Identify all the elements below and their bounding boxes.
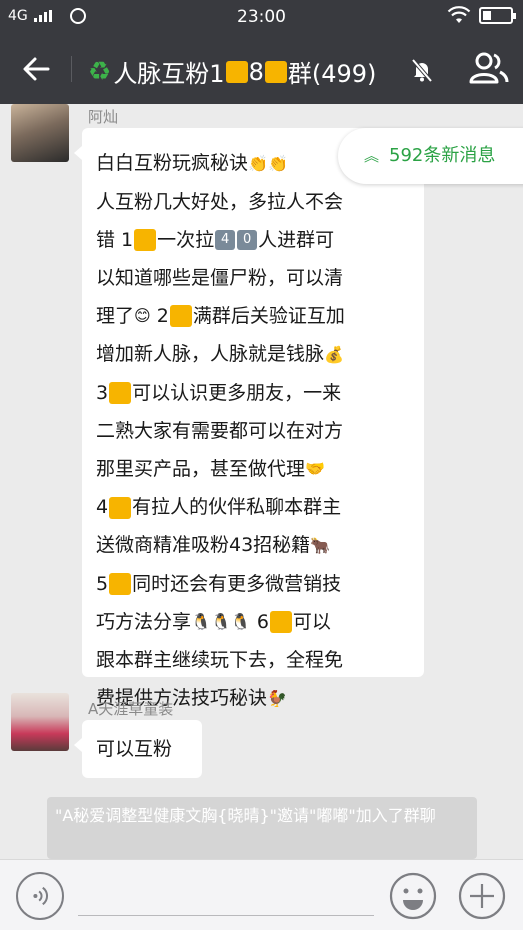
line-text: 2 bbox=[150, 304, 169, 327]
square-emoji-icon bbox=[134, 229, 157, 251]
money-bag-icon: 💰 bbox=[324, 344, 344, 364]
line-text: 增加新人脉，人脉就是钱脉 bbox=[96, 343, 325, 365]
header-divider bbox=[71, 56, 72, 82]
message-line: 3 可以认识更多朋友，一来 bbox=[96, 374, 410, 412]
plus-icon[interactable] bbox=[458, 872, 506, 920]
mute-bell-icon bbox=[411, 58, 433, 83]
line-text: 人进群可 bbox=[258, 228, 335, 251]
square-emoji-icon bbox=[109, 573, 132, 595]
sender-name: 阿灿 bbox=[88, 108, 119, 126]
line-text: 送微商精准吸粉43招秘籍 bbox=[96, 534, 311, 556]
message-line: 增加新人脉，人脉就是钱脉💰 bbox=[96, 335, 410, 374]
keycap-0: 0 bbox=[237, 230, 258, 250]
status-right bbox=[447, 6, 516, 24]
chat-title: ♻ 人脉互粉1 8 群(499) bbox=[88, 54, 376, 89]
message-text: 可以互粉 bbox=[96, 738, 173, 760]
message-line: 跟本群主继续玩下去，全程免 bbox=[96, 649, 344, 671]
penguin-emoji-icon: 🐧🐧🐧 bbox=[191, 612, 251, 631]
double-chevron-up-icon: ︽ bbox=[364, 147, 380, 165]
chat-header: ♻ 人脉互粉1 8 群(499) bbox=[0, 34, 523, 104]
message-line: 4 有拉人的伙伴私聊本群主 bbox=[96, 488, 410, 526]
smile-emoji-icon: 😊 bbox=[134, 306, 151, 325]
ox-emoji-icon: 🐂 bbox=[310, 535, 331, 555]
message-line: 5 同时还会有更多微营销技 bbox=[96, 565, 410, 603]
square-emoji-icon bbox=[225, 60, 248, 83]
emoji-icon[interactable] bbox=[389, 872, 437, 920]
group-members-icon[interactable] bbox=[469, 50, 509, 86]
message-bubble[interactable]: 白白互粉玩疯秘诀👏👏 人互粉几大好处，多拉人不会 错 1 一次拉 4 0 人进群可 以知… bbox=[74, 128, 424, 709]
line-text: 4 bbox=[96, 496, 109, 518]
message-line: 以知道哪些是僵尸粉，可以清 bbox=[96, 266, 344, 289]
title-prefix: 人脉互粉1 bbox=[113, 60, 225, 88]
line-text: 一次拉 bbox=[157, 228, 215, 251]
handshake-icon: 🤝 bbox=[305, 459, 325, 478]
rooster-emoji-icon: 🐓 bbox=[267, 688, 287, 708]
line-text: 3 bbox=[96, 381, 109, 404]
line-text: 错 1 bbox=[96, 228, 134, 251]
avatar[interactable] bbox=[11, 693, 69, 751]
line-text: 5 bbox=[96, 572, 109, 595]
line-text: 白白互粉玩疯秘诀 bbox=[96, 152, 249, 174]
title-mid: 8 bbox=[248, 57, 264, 86]
system-notice: "A秘爱调整型健康文胸{晓晴}"邀请"嘟嘟"加入了群聊 bbox=[47, 797, 477, 859]
line-text: 巧方法分享 bbox=[96, 610, 192, 633]
input-bar bbox=[0, 859, 523, 930]
line-text: 可以认识更多朋友，一来 bbox=[132, 381, 342, 404]
message-line: 错 1 一次拉 4 0 人进群可 bbox=[96, 221, 410, 259]
message-line: 理了😊 2 满群后关验证互加 bbox=[96, 297, 410, 336]
new-messages-label: 592条新消息 bbox=[389, 145, 496, 166]
line-text: 那里买产品，甚至做代理 bbox=[96, 457, 306, 480]
new-messages-button[interactable]: ︽ 592条新消息 bbox=[338, 128, 523, 184]
message-line: 人互粉几大好处，多拉人不会 bbox=[96, 190, 344, 213]
message-bubble[interactable]: 可以互粉 bbox=[74, 720, 202, 778]
clock: 23:00 bbox=[237, 7, 286, 27]
title-suffix: 群(499) bbox=[287, 60, 377, 88]
line-text: 满群后关验证互加 bbox=[192, 304, 345, 327]
line-text: 理了 bbox=[96, 304, 135, 327]
line-text: 有拉人的伙伴私聊本群主 bbox=[132, 496, 342, 518]
message-input[interactable] bbox=[78, 915, 374, 916]
message-line: 那里买产品，甚至做代理🤝 bbox=[96, 450, 410, 489]
avatar[interactable] bbox=[11, 104, 69, 162]
sender-name: A天涯草童装 bbox=[88, 700, 174, 718]
battery-icon bbox=[479, 6, 516, 24]
line-text: 同时还会有更多微营销技 bbox=[132, 572, 342, 595]
status-bar: 4G 23:00 bbox=[0, 0, 523, 34]
square-emoji-icon bbox=[109, 382, 132, 404]
square-emoji-icon bbox=[169, 305, 192, 327]
voice-icon[interactable] bbox=[16, 872, 64, 920]
wifi-icon bbox=[447, 6, 471, 23]
message-line: 巧方法分享🐧🐧🐧 6 可以 bbox=[96, 603, 410, 642]
square-emoji-icon bbox=[264, 60, 287, 83]
back-arrow-icon[interactable] bbox=[18, 51, 54, 87]
clap-emoji-icon: 👏👏 bbox=[248, 153, 288, 173]
line-text: 可以 bbox=[292, 610, 331, 633]
line-text: 6 bbox=[250, 610, 269, 633]
keycap-4: 4 bbox=[215, 230, 236, 250]
message-line: 二熟大家有需要都可以在对方 bbox=[96, 419, 344, 442]
message-line: 送微商精准吸粉43招秘籍🐂 bbox=[96, 526, 410, 565]
square-emoji-icon bbox=[269, 611, 292, 633]
recycle-icon: ♻ bbox=[88, 56, 112, 87]
square-emoji-icon bbox=[109, 496, 132, 519]
